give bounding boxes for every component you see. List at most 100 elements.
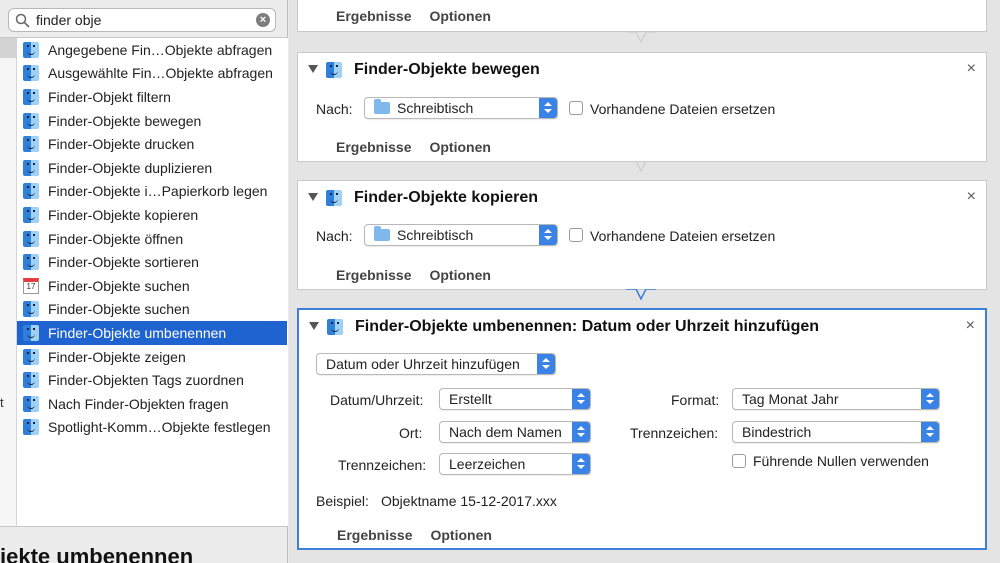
list-item-label: Finder-Objekte kopieren: [48, 206, 199, 223]
results-tab[interactable]: Ergebnisse: [336, 139, 411, 155]
disclosure-triangle-icon[interactable]: [309, 322, 319, 330]
list-item-label: Finder-Objekte sortieren: [48, 254, 199, 271]
list-item[interactable]: Finder-Objekte bewegen: [17, 109, 287, 133]
destination-label: Nach:: [316, 101, 353, 117]
finder-icon: [23, 395, 39, 412]
separator2-popup[interactable]: Bindestrich: [732, 421, 940, 443]
separator-value: Leerzeichen: [449, 456, 526, 472]
destination-popup[interactable]: Schreibtisch: [364, 97, 558, 119]
close-icon[interactable]: ×: [967, 188, 976, 206]
options-tab[interactable]: Optionen: [429, 8, 490, 24]
card-title: Finder-Objekte bewegen: [354, 61, 540, 78]
category-column: t: [0, 38, 17, 526]
list-item[interactable]: Ausgewählte Fin…Objekte abfragen: [17, 62, 287, 86]
location-popup[interactable]: Nach dem Namen: [439, 421, 591, 443]
list-item[interactable]: Spotlight-Komm…Objekte festlegen: [17, 416, 287, 440]
datetime-value: Erstellt: [449, 391, 492, 407]
list-item[interactable]: Finder-Objekte i…Papierkorb legen: [17, 180, 287, 204]
example-value: Objektname 15-12-2017.xxx: [381, 493, 557, 509]
list-item[interactable]: Finder-Objekte zeigen: [17, 345, 287, 369]
list-item[interactable]: Finder-Objekte duplizieren: [17, 156, 287, 180]
datetime-popup[interactable]: Erstellt: [439, 388, 591, 410]
list-item[interactable]: Finder-Objekte umbenennen: [17, 321, 287, 345]
search-input[interactable]: [36, 9, 256, 31]
separator2-value: Bindestrich: [742, 424, 812, 440]
list-item[interactable]: Finder-Objekte suchen: [17, 298, 287, 322]
card-header: Finder-Objekte kopieren ×: [298, 181, 986, 213]
finder-icon: [23, 372, 39, 389]
popup-arrows-icon: [537, 354, 555, 374]
list-item-label: Angegebene Fin…Objekte abfragen: [48, 41, 273, 58]
action-list: Angegebene Fin…Objekte abfragen Ausgewähl…: [17, 38, 287, 439]
finder-icon: [23, 348, 39, 365]
list-item-label: Finder-Objekte drucken: [48, 136, 195, 153]
search-field[interactable]: ×: [8, 8, 276, 32]
finder-icon: [23, 112, 39, 129]
list-item[interactable]: Angegebene Fin…Objekte abfragen: [17, 38, 287, 62]
category-selection[interactable]: [0, 38, 17, 58]
finder-icon: [23, 419, 39, 436]
location-value: Nach dem Namen: [449, 424, 562, 440]
destination-value: Schreibtisch: [397, 227, 474, 243]
finder-icon: [23, 301, 39, 318]
leading-zeros-checkbox[interactable]: [732, 454, 746, 468]
clear-search-icon[interactable]: ×: [256, 13, 270, 27]
list-item[interactable]: Finder-Objekte öffnen: [17, 227, 287, 251]
list-item-label: Finder-Objekte bewegen: [48, 112, 202, 129]
disclosure-triangle-icon[interactable]: [308, 193, 318, 201]
location-label: Ort:: [399, 425, 423, 441]
results-tab[interactable]: Ergebnisse: [336, 267, 411, 283]
results-tab[interactable]: Ergebnisse: [337, 527, 412, 543]
action-card-move: Finder-Objekte bewegen × Nach: Schreibti…: [297, 52, 987, 162]
popup-arrows-icon: [921, 389, 939, 409]
list-item[interactable]: Nach Finder-Objekten fragen: [17, 392, 287, 416]
finder-icon: [23, 254, 39, 271]
results-tab[interactable]: Ergebnisse: [336, 8, 411, 24]
rename-mode-popup[interactable]: Datum oder Uhrzeit hinzufügen: [316, 353, 556, 375]
card-title: Finder-Objekte umbenennen: Datum oder Uh…: [355, 318, 820, 335]
finder-icon: [23, 183, 39, 200]
card-header: Finder-Objekte umbenennen: Datum oder Uh…: [299, 310, 985, 342]
finder-icon: [23, 136, 39, 153]
options-tab[interactable]: Optionen: [429, 139, 490, 155]
replace-files-checkbox[interactable]: [569, 228, 583, 242]
list-item-label: Nach Finder-Objekten fragen: [48, 395, 229, 412]
options-tab[interactable]: Optionen: [429, 267, 490, 283]
example-label: Beispiel:: [316, 493, 369, 509]
disclosure-triangle-icon[interactable]: [308, 65, 318, 73]
finder-icon: [23, 65, 39, 82]
separator-label: Trennzeichen:: [338, 457, 427, 473]
list-item-label: Finder-Objekte zeigen: [48, 348, 186, 365]
folder-icon: [374, 226, 390, 241]
action-description-heading: jekte umbenennen: [0, 544, 194, 563]
finder-icon: [23, 159, 39, 176]
category-label-fragment: t: [0, 395, 4, 410]
format-value: Tag Monat Jahr: [742, 391, 839, 407]
replace-files-checkbox[interactable]: [569, 101, 583, 115]
rename-mode-value: Datum oder Uhrzeit hinzufügen: [326, 356, 520, 372]
close-icon[interactable]: ×: [967, 60, 976, 78]
list-item[interactable]: Finder-Objekten Tags zuordnen: [17, 368, 287, 392]
list-item-label: Finder-Objekt filtern: [48, 88, 171, 105]
list-item[interactable]: Finder-Objekte drucken: [17, 132, 287, 156]
workflow-area: Ergebnisse Optionen Finder-Objekte beweg…: [289, 0, 1000, 563]
list-item[interactable]: Finder-Objekt filtern: [17, 85, 287, 109]
list-item[interactable]: 17 Finder-Objekte suchen: [17, 274, 287, 298]
action-card-rename: Finder-Objekte umbenennen: Datum oder Uh…: [297, 308, 987, 550]
separator2-label: Trennzeichen:: [630, 425, 719, 441]
card-title: Finder-Objekte kopieren: [354, 189, 539, 206]
destination-popup[interactable]: Schreibtisch: [364, 224, 558, 246]
options-tab[interactable]: Optionen: [430, 527, 491, 543]
separator-popup[interactable]: Leerzeichen: [439, 453, 591, 475]
destination-label: Nach:: [316, 228, 353, 244]
close-icon[interactable]: ×: [966, 317, 975, 335]
previous-action-card: Ergebnisse Optionen: [297, 0, 987, 32]
list-item[interactable]: Finder-Objekte kopieren: [17, 203, 287, 227]
format-popup[interactable]: Tag Monat Jahr: [732, 388, 940, 410]
list-item-label: Finder-Objekte duplizieren: [48, 159, 213, 176]
leading-zeros-label: Führende Nullen verwenden: [753, 453, 929, 469]
finder-icon: [23, 324, 39, 341]
list-item[interactable]: Finder-Objekte sortieren: [17, 250, 287, 274]
popup-arrows-icon: [572, 454, 590, 474]
replace-files-label: Vorhandene Dateien ersetzen: [590, 228, 776, 244]
